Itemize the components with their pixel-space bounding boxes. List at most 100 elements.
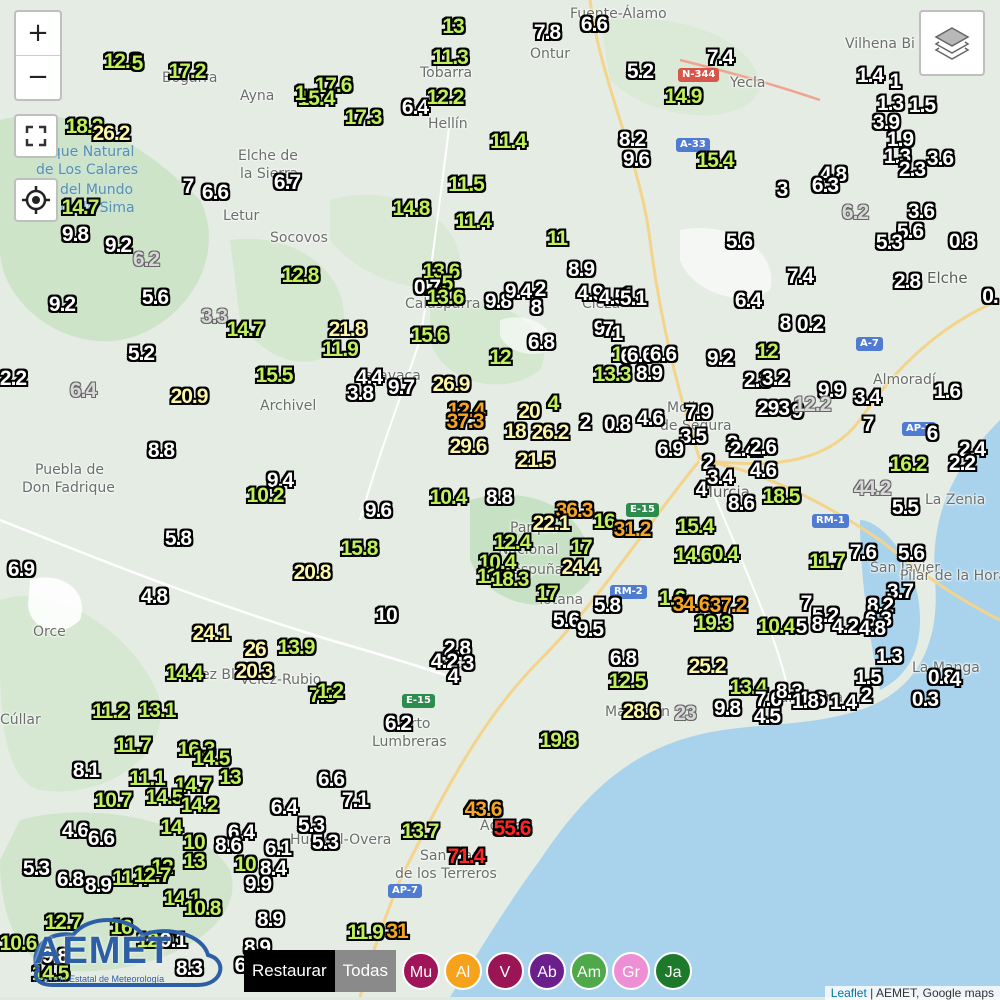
station-value[interactable]: 3.4 (707, 467, 734, 489)
station-value[interactable]: 9.2 (49, 294, 76, 316)
province-button-v[interactable]: V (486, 952, 525, 990)
station-value[interactable]: 20.8 (294, 562, 332, 584)
station-value[interactable]: 20.9 (171, 386, 209, 408)
station-value[interactable]: 19.3 (695, 613, 733, 635)
station-value[interactable]: 7.8 (534, 22, 561, 44)
station-value[interactable]: 5.1 (620, 288, 647, 310)
station-value[interactable]: 0.8 (604, 414, 631, 436)
station-value[interactable]: 2.2 (949, 453, 976, 475)
station-value[interactable]: 26.2 (93, 123, 131, 145)
province-button-al[interactable]: Al (444, 952, 483, 990)
station-value[interactable]: 18.5 (763, 486, 801, 508)
station-value[interactable]: 9.5 (577, 619, 604, 641)
station-value[interactable]: 24.4 (562, 557, 600, 579)
station-value[interactable]: 17.3 (345, 107, 383, 129)
station-value[interactable]: 11.7 (115, 735, 152, 757)
station-value[interactable]: 3 (777, 179, 789, 201)
restaurar-button[interactable]: Restaurar (244, 950, 335, 992)
station-value[interactable]: 11.7 (809, 551, 846, 573)
station-value[interactable]: 14.4 (166, 663, 204, 685)
station-value[interactable]: 6.2 (385, 713, 412, 735)
station-value[interactable]: 0.8 (949, 231, 976, 253)
station-value[interactable]: 2.3 (899, 159, 926, 181)
province-button-am[interactable]: Am (570, 952, 609, 990)
station-value[interactable]: 7.4 (787, 266, 814, 288)
station-value[interactable]: 12.5 (609, 671, 647, 693)
station-value[interactable]: 1 (612, 323, 624, 345)
station-value[interactable]: 9.4 (505, 281, 532, 303)
station-value[interactable]: 18 (504, 421, 526, 443)
station-value[interactable]: 4 (448, 666, 460, 688)
station-value[interactable]: 14.7 (62, 197, 100, 219)
station-value[interactable]: 8.9 (636, 363, 663, 385)
station-value[interactable]: 1.4 (857, 65, 884, 87)
station-value[interactable]: 4.5 (754, 706, 781, 728)
station-value[interactable]: 5.8 (594, 595, 621, 617)
station-value[interactable]: 17.2 (169, 61, 207, 83)
station-value[interactable]: 6.6 (202, 182, 229, 204)
station-value[interactable]: 24.1 (193, 623, 231, 645)
station-value[interactable]: 6.9 (8, 559, 35, 581)
station-value[interactable]: 44.2 (854, 478, 892, 500)
station-value[interactable]: 3.8 (347, 383, 374, 405)
station-value[interactable]: 5 (796, 616, 808, 638)
station-value[interactable]: 8.8 (148, 440, 175, 462)
station-value[interactable]: 19.8 (540, 730, 578, 752)
station-value[interactable]: 13.7 (402, 821, 440, 843)
station-value[interactable]: 4 (548, 393, 560, 415)
station-value[interactable]: 11.2 (92, 701, 129, 723)
station-value[interactable]: 9.7 (388, 377, 415, 399)
station-value[interactable]: 14.8 (393, 198, 431, 220)
station-value[interactable]: 7 (801, 593, 813, 615)
station-value[interactable]: 8.8 (486, 487, 513, 509)
station-value[interactable]: 8.9 (568, 259, 595, 281)
station-value[interactable]: 0.3 (912, 689, 939, 711)
station-value[interactable]: 6.6 (88, 828, 115, 850)
station-value[interactable]: 26.9 (433, 374, 471, 396)
station-value[interactable]: 15.6 (411, 325, 449, 347)
station-value[interactable]: 31.2 (614, 519, 652, 541)
station-value[interactable]: 6.2 (842, 202, 869, 224)
station-value[interactable]: 31 (386, 921, 408, 943)
zoom-out-button[interactable]: − (16, 55, 60, 99)
station-value[interactable]: 28.6 (623, 701, 661, 723)
station-value[interactable]: 8.1 (73, 760, 100, 782)
locate-button[interactable] (14, 178, 58, 222)
station-value[interactable]: 1.2 (317, 681, 344, 703)
station-value[interactable]: 5.3 (876, 232, 903, 254)
station-value[interactable]: 1.8 (792, 691, 819, 713)
station-value[interactable]: 12.8 (282, 265, 320, 287)
station-value[interactable]: 22.1 (533, 513, 571, 535)
station-value[interactable]: 13.6 (427, 287, 465, 309)
station-value[interactable]: 20.3 (236, 661, 274, 683)
station-value[interactable]: 13 (219, 767, 241, 789)
station-value[interactable]: 1.3 (876, 646, 903, 668)
zoom-in-button[interactable]: + (16, 12, 60, 55)
province-button-ab[interactable]: Ab (528, 952, 567, 990)
station-value[interactable]: 5.6 (898, 543, 925, 565)
station-value[interactable]: 7 (183, 176, 195, 198)
station-value[interactable]: 11.9 (347, 922, 384, 944)
station-value[interactable]: 8.6 (728, 493, 755, 515)
station-value[interactable]: 10.4 (758, 616, 796, 638)
station-value[interactable]: 6.8 (528, 332, 555, 354)
station-value[interactable]: 7.9 (685, 402, 712, 424)
station-value[interactable]: 7 (863, 414, 875, 436)
station-value[interactable]: 55.6 (494, 818, 532, 840)
station-value[interactable]: 9.2 (707, 348, 734, 370)
station-value[interactable]: 1.6 (934, 381, 961, 403)
station-value[interactable]: 5 (132, 53, 144, 75)
station-value[interactable]: 26 (244, 639, 266, 661)
station-value[interactable]: 1 (295, 83, 307, 105)
station-value[interactable]: 3.6 (927, 148, 954, 170)
station-value[interactable]: 6.4 (70, 380, 97, 402)
station-value[interactable]: 2 (861, 685, 873, 707)
station-value[interactable]: 4.8 (859, 618, 886, 640)
station-value[interactable]: 5.6 (553, 610, 580, 632)
station-value[interactable]: 5.8 (165, 528, 192, 550)
station-value[interactable]: 11 (547, 228, 568, 250)
station-value[interactable]: 4 (696, 479, 708, 501)
station-value[interactable]: 37.3 (447, 411, 485, 433)
station-value[interactable]: 3.4 (854, 387, 881, 409)
station-value[interactable]: 8.9 (85, 875, 112, 897)
